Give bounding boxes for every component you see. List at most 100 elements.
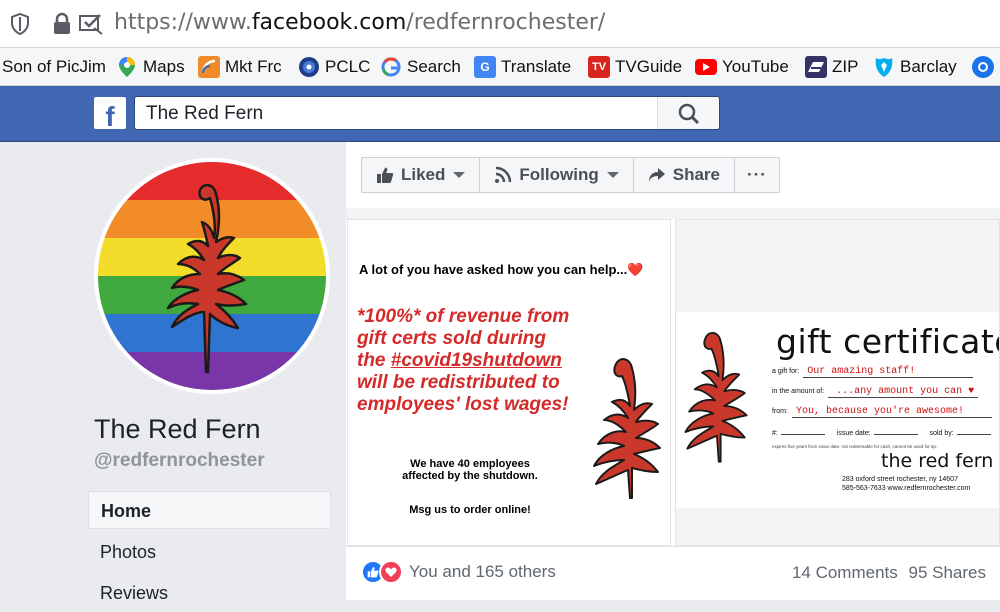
employees-line: affected by the shutdown.: [402, 470, 538, 482]
rss-follow-icon: [494, 166, 512, 184]
share-button[interactable]: Share: [634, 158, 735, 192]
bookmark-search[interactable]: Search: [380, 56, 461, 78]
bookmark-label: Barclay: [900, 57, 957, 76]
headline-line: the #covid19shutdown: [357, 350, 597, 372]
share-label: Share: [672, 165, 720, 184]
bookmarks-toolbar: Son of PicJim Maps Mkt Frc PCLC Search G…: [0, 48, 1000, 86]
more-options-button[interactable]: ···: [735, 158, 779, 192]
bookmark-label: YouTube: [722, 57, 789, 76]
cert-label: sold by:: [929, 430, 954, 437]
url-text[interactable]: https://www.facebook.com/redfernrocheste…: [114, 10, 605, 35]
nav-item-photos[interactable]: Photos: [88, 533, 331, 571]
certificate-contact: 585-563-7633 www.redfernrochester.com: [842, 485, 971, 492]
nav-item-label: Photos: [100, 542, 157, 562]
google-icon: [380, 56, 402, 78]
following-label: Following: [519, 165, 599, 184]
more-options-icon: ···: [746, 165, 767, 184]
nav-item-reviews[interactable]: Reviews: [88, 574, 331, 612]
bookmark-label: Translate: [501, 57, 572, 76]
tvguide-icon: TV: [588, 56, 610, 78]
following-button[interactable]: Following: [480, 158, 634, 192]
hashtag: #covid19shutdown: [390, 350, 562, 371]
page-title: The Red Fern: [94, 414, 261, 444]
page-handle[interactable]: @redfernrochester: [94, 450, 265, 472]
cert-value: Our amazing staff!: [803, 366, 974, 378]
chevron-down-icon: [453, 172, 466, 178]
reactions-summary[interactable]: You and 165 others: [361, 560, 556, 584]
bookmark-label: TVGuide: [615, 57, 683, 76]
bookmark-maps[interactable]: Maps: [116, 56, 185, 78]
bookmark-label: Mkt Frc: [225, 57, 282, 76]
certificate-address: 283 oxford street rochester, ny 14607: [842, 476, 958, 483]
bookmark-label: Search: [407, 57, 461, 76]
bookmark-label: PCLC: [325, 57, 371, 76]
lock-icon[interactable]: [50, 12, 74, 36]
maps-pin-icon: [116, 56, 138, 78]
bookmark-tvguide[interactable]: TV TVGuide: [588, 56, 682, 78]
post-photo-gift-certificate[interactable]: gift certificate a gift for: Our amazing …: [675, 219, 1000, 546]
search-button[interactable]: [657, 97, 719, 129]
shares-count[interactable]: 95 Shares: [909, 563, 987, 582]
rainbow-fern-avatar: [98, 162, 326, 390]
cert-label: a gift for:: [772, 368, 800, 375]
facebook-logo-icon[interactable]: f: [94, 97, 126, 129]
barclay-icon: [873, 56, 895, 78]
headline-text: the: [357, 350, 391, 371]
bookmark-pclc[interactable]: PCLC: [298, 56, 370, 78]
liked-button[interactable]: Liked: [362, 158, 481, 192]
nav-item-label: Home: [101, 501, 152, 521]
cert-value: You, because you're awesome!: [791, 406, 992, 418]
post-photo-covid-notice[interactable]: A lot of you have asked how you can help…: [347, 219, 671, 546]
certificate-brand: the red fern: [881, 450, 994, 472]
cert-row-from: from: You, because you're awesome!: [772, 406, 992, 418]
photo-headline: *100%* of revenue from gift certs sold d…: [357, 306, 597, 416]
thumbs-up-icon: [376, 166, 394, 184]
page-profile-picture[interactable]: [94, 158, 330, 394]
headline-line: *100%* of revenue from: [357, 306, 570, 327]
order-note: Msg us to order online!: [409, 504, 531, 516]
photo-intro-text: A lot of you have asked how you can help…: [359, 262, 644, 277]
page-action-bar: Liked Following Share ···: [361, 157, 780, 193]
headline-line: will be redistributed to: [357, 372, 560, 393]
gift-certificate: gift certificate a gift for: Our amazing …: [676, 312, 1000, 508]
cert-row-numbers: #: issue date: sold by:: [772, 430, 991, 437]
browser-url-bar[interactable]: https://www.facebook.com/redfernrocheste…: [0, 0, 1000, 48]
bookmark-son-of-picjim[interactable]: Son of PicJim: [2, 56, 106, 78]
love-reaction-icon: [379, 560, 403, 584]
usps-icon: [805, 56, 827, 78]
fern-leaf-icon: [684, 332, 748, 463]
bookmark-barclay[interactable]: Barclay: [873, 56, 957, 78]
search-input-value: The Red Fern: [146, 103, 264, 124]
facebook-top-bar: f The Red Fern: [0, 86, 1000, 142]
cert-label: #:: [772, 430, 778, 437]
bookmark-overflow[interactable]: [972, 56, 999, 78]
section-divider: [346, 208, 1000, 219]
url-prefix: https://www.: [114, 10, 252, 35]
comments-count[interactable]: 14 Comments: [792, 563, 898, 582]
engagement-counts: 14 Comments 95 Shares: [792, 563, 986, 583]
reactions-text[interactable]: You and 165 others: [409, 562, 556, 582]
bookmark-mkt-frc[interactable]: Mkt Frc: [198, 56, 282, 78]
globe-icon: [298, 56, 320, 78]
share-arrow-icon: [648, 167, 666, 183]
bookmark-translate[interactable]: G Translate: [474, 56, 571, 78]
employees-note: We have 40 employees affected by the shu…: [380, 458, 560, 482]
facebook-logo-letter: f: [105, 101, 115, 129]
certificate-title: gift certificate: [776, 322, 1000, 361]
tracking-icon[interactable]: [78, 12, 103, 36]
youtube-icon: [695, 59, 717, 75]
shield-icon[interactable]: [8, 12, 32, 36]
bookmark-youtube[interactable]: YouTube: [695, 56, 789, 78]
bookmark-label: Son of PicJim: [2, 57, 106, 76]
cert-label: issue date:: [836, 430, 871, 437]
bookmark-label: ZIP: [832, 57, 859, 76]
nav-item-home[interactable]: Home: [88, 491, 331, 529]
section-divider: [346, 546, 1000, 547]
rss-icon: [198, 56, 220, 78]
search-input[interactable]: The Red Fern: [134, 96, 720, 130]
bookmark-zip[interactable]: ZIP: [805, 56, 858, 78]
url-path: /redfernrochester/: [406, 10, 606, 35]
cert-label: in the amount of:: [772, 388, 825, 395]
overflow-bookmark-icon: [972, 56, 994, 78]
search-icon: [678, 103, 700, 130]
